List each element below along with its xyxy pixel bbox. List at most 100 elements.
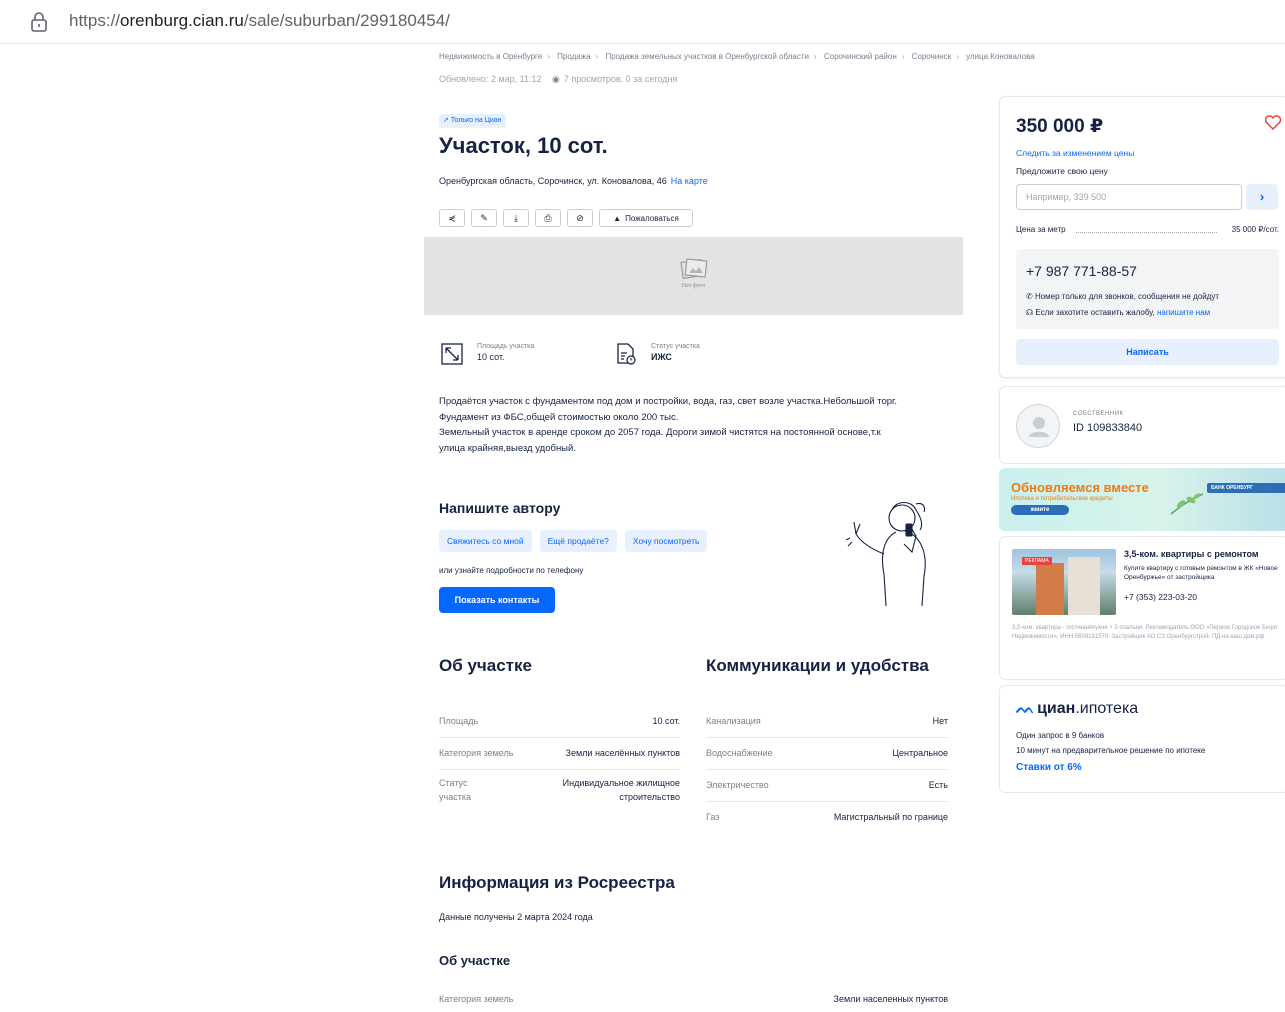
- complaint-note: ☊ Если захотите оставить жалобу, напишит…: [1026, 308, 1211, 317]
- utilities-row-value: Центральное: [892, 748, 948, 758]
- ad-phone[interactable]: +7 (353) 223-03-20: [1124, 592, 1197, 602]
- price-card: 350 000 ₽ Следить за изменением цены Пре…: [999, 96, 1285, 378]
- url-text[interactable]: https://orenburg.cian.ru/sale/suburban/2…: [69, 11, 450, 31]
- write-author-title: Напишите автору: [439, 500, 561, 516]
- breadcrumb-item[interactable]: Продажа: [557, 52, 590, 61]
- utilities-row-value: Магистральный по границе: [833, 812, 948, 822]
- leaf-icon: [1170, 493, 1204, 515]
- rosreestr-row-key: Категория земель: [439, 994, 514, 1004]
- chip-still-selling[interactable]: Ещё продаёте?: [539, 530, 617, 552]
- about-row: Статус участка Индивидуальное жилищное с…: [439, 770, 680, 814]
- address-text: Оренбургская область, Сорочинск, ул. Кон…: [439, 176, 667, 186]
- chip-want-to-see[interactable]: Хочу посмотреть: [624, 530, 708, 552]
- map-link[interactable]: На карте: [671, 176, 708, 186]
- offer-price-label: Предложите свою цену: [1016, 166, 1108, 176]
- description: Продаётся участок с фундаментом под дом …: [439, 394, 959, 456]
- views-count: 7 просмотров, 0 за сегодня: [563, 74, 678, 84]
- updated-date: Обновлено: 2 мар, 11:12: [439, 74, 542, 84]
- support-icon: ☊: [1026, 308, 1034, 317]
- feature-value: ИЖС: [651, 352, 672, 362]
- utilities-row-value: Нет: [932, 716, 948, 726]
- page-title: Участок, 10 сот.: [439, 133, 608, 158]
- cian-mortgage-logo: ᨓ циан.ипотека: [1016, 700, 1139, 717]
- about-row-value: 10 сот.: [652, 716, 680, 726]
- browser-address-bar[interactable]: https://orenburg.cian.ru/sale/suburban/2…: [0, 0, 1285, 44]
- phone-icon: ✆: [1026, 292, 1033, 301]
- phone-number[interactable]: +7 987 771-88-57: [1026, 263, 1137, 279]
- only-on-cian-badge: ➚ Только на Циан: [439, 114, 506, 128]
- ad-legal-text: 3,5-ком. квартира - гостиная/кухня + 3 с…: [1012, 625, 1278, 640]
- phone-box: +7 987 771-88-57 ✆ Номер только для звон…: [1016, 249, 1279, 329]
- description-line: Продаётся участок с фундаментом под дом …: [439, 396, 897, 407]
- complain-label: Пожаловаться: [625, 213, 679, 223]
- owner-card[interactable]: СОБСТВЕННИК ID 109833840: [999, 386, 1285, 464]
- mortgage-rates-link[interactable]: Ставки от 6%: [1016, 762, 1082, 773]
- banner-button[interactable]: жмите: [1011, 505, 1069, 515]
- download-button[interactable]: ⤓: [503, 209, 529, 227]
- bank-logo: БАНК ОРЕНБУРГ: [1207, 483, 1285, 493]
- feature-label: Площадь участка: [477, 343, 535, 350]
- offer-submit-button[interactable]: ›: [1246, 184, 1278, 210]
- listing-page: Недвижимость в Оренбурге › Продажа › Прода…: [0, 44, 1285, 1012]
- breadcrumb-item[interactable]: Недвижимость в Оренбурге: [439, 52, 542, 61]
- ad-title: 3,5-ком. квартиры с ремонтом: [1124, 549, 1259, 559]
- about-row: Категория земель Земли населённых пункто…: [439, 738, 680, 770]
- edit-button[interactable]: ✎: [471, 209, 497, 227]
- print-button[interactable]: ⎙: [535, 209, 561, 227]
- ad-description: Купите квартиру с готовым ремонтом в ЖК …: [1124, 565, 1278, 581]
- show-contacts-button[interactable]: Показать контакты: [439, 587, 555, 613]
- price-per-meter: Цена за метр 35 000 ₽/сот.: [1016, 225, 1279, 234]
- apartment-ad-card[interactable]: РЕКЛАМА 3,5-ком. квартиры с ремонтом Куп…: [999, 536, 1285, 680]
- pencil-icon: ✎: [480, 212, 488, 223]
- rosreestr-row-value: Земли населенных пунктов: [833, 994, 948, 1004]
- feature-value: 10 сот.: [477, 352, 505, 362]
- ppm-value: 35 000 ₽/сот.: [1231, 225, 1279, 234]
- mortgage-line: Один запрос в 9 банков: [1016, 731, 1105, 740]
- utilities-row-value: Есть: [928, 780, 948, 790]
- description-line: Фундамент из ФБС,общей стоимостью около …: [439, 411, 679, 423]
- or-phone-text: или узнайте подробности по телефону: [439, 566, 584, 575]
- description-line: Земельный участок в аренде сроком до 205…: [439, 427, 881, 438]
- breadcrumb-item[interactable]: Сорочинск: [912, 52, 952, 61]
- utilities-row-key: Водоснабжение: [706, 748, 773, 758]
- eye-off-icon: ⊘: [576, 212, 584, 223]
- chip-contact-me[interactable]: Свяжитесь со мной: [439, 530, 532, 552]
- mortgage-line: 10 минут на предварительное решение по и…: [1016, 746, 1206, 755]
- listing-toolbar: ⋞ ✎ ⤓ ⎙ ⊘ ▲ Пожаловаться: [439, 209, 693, 227]
- breadcrumb-item[interactable]: улица Коновалова: [966, 52, 1035, 61]
- heart-icon[interactable]: [1265, 115, 1281, 130]
- chevron-right-icon: ›: [1259, 189, 1265, 204]
- updated-info: Обновлено: 2 мар, 11:12 ◉ 7 просмотров, 0…: [439, 74, 677, 85]
- about-row: Площадь 10 сот.: [439, 706, 680, 738]
- write-us-link[interactable]: напишите нам: [1157, 308, 1210, 317]
- about-row-value: Индивидуальное жилищное строительство: [562, 778, 680, 802]
- utilities-row-key: Канализация: [706, 716, 761, 726]
- address: Оренбургская область, Сорочинск, ул. Кон…: [439, 176, 708, 186]
- write-message-button[interactable]: Написать: [1016, 339, 1279, 365]
- utilities-title: Коммуникации и удобства: [706, 656, 929, 675]
- printer-icon: ⎙: [544, 212, 552, 223]
- breadcrumb: Недвижимость в Оренбурге › Продажа › Прода…: [439, 52, 1035, 61]
- lock-icon: [31, 12, 47, 32]
- utilities-row-key: Газ: [706, 812, 720, 822]
- cian-mortgage-card[interactable]: ᨓ циан.ипотека Один запрос в 9 банков 10 …: [999, 685, 1285, 793]
- no-photo-icon: [680, 258, 708, 279]
- cian-logo-icon: ᨓ: [1016, 700, 1036, 717]
- about-row-key: Статус участка: [439, 778, 471, 802]
- follow-price-link[interactable]: Следить за изменением цены: [1016, 148, 1134, 158]
- girl-on-phone-illustration: [845, 501, 926, 607]
- ad-image: РЕКЛАМА: [1012, 549, 1116, 615]
- eye-icon: ◉: [552, 74, 560, 84]
- download-icon: ⤓: [514, 212, 518, 223]
- share-button[interactable]: ⋞: [439, 209, 465, 227]
- complain-button[interactable]: ▲ Пожаловаться: [599, 209, 693, 227]
- share-icon: ⋞: [448, 212, 456, 223]
- ppm-label: Цена за метр: [1016, 225, 1066, 234]
- bank-ad-banner[interactable]: Обновляемся вместе Ипотека и потребитель…: [999, 468, 1285, 531]
- offer-price-input[interactable]: Например, 339 500: [1016, 184, 1242, 210]
- breadcrumb-item[interactable]: Продажа земельных участков в Оренбургско…: [605, 52, 809, 61]
- calls-only-note: ✆ Номер только для звонков, сообщения не…: [1026, 292, 1220, 301]
- breadcrumb-item[interactable]: Сорочинский район: [824, 52, 897, 61]
- document-status-icon: [617, 343, 636, 365]
- hide-button[interactable]: ⊘: [567, 209, 593, 227]
